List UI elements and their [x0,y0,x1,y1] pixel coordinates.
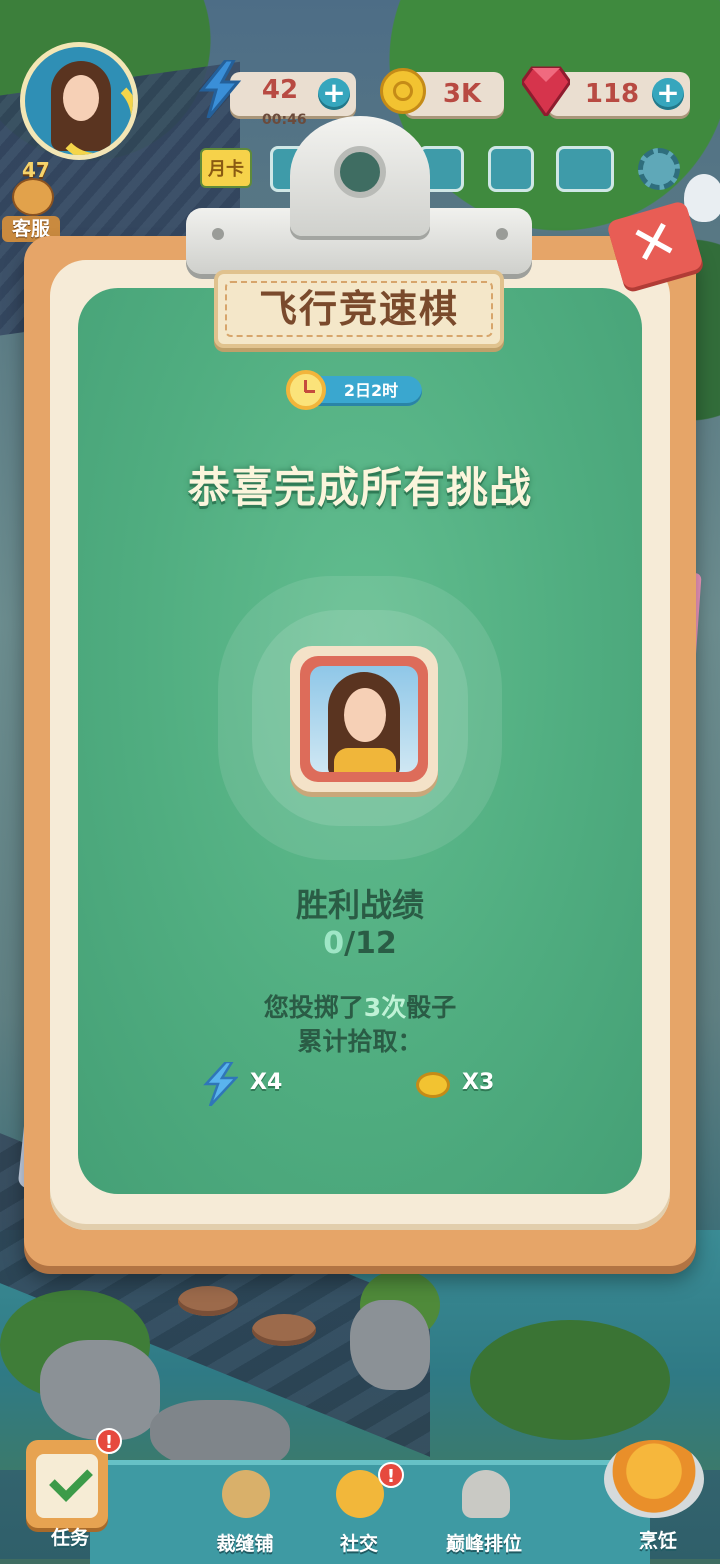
coin-value: 3K [442,79,482,109]
dice-count: 3次 [363,993,407,1022]
cooking-pot-icon [604,1440,704,1518]
victory-record-label: 胜利战绩 [295,886,424,924]
nav-item-social[interactable]: ! 社交 [304,1462,414,1558]
rock [350,1300,430,1390]
alert-badge: ! [96,1428,122,1454]
lightning-icon [198,60,242,118]
owl-mascot-icon [684,174,720,222]
journal-button[interactable] [488,146,534,192]
nav-item-tailor[interactable]: 裁缝铺 [190,1462,300,1558]
nav-label-tasks: 任务 [50,1527,89,1549]
countdown-text: 2日2时 [343,381,399,400]
reward-energy: X4 [202,1062,302,1106]
social-icon [336,1470,384,1518]
coin-icon [380,68,426,114]
nav-label-tailor: 裁缝铺 [216,1533,274,1555]
dice-prefix: 您投掷了 [263,993,364,1022]
sewing-icon [222,1470,270,1518]
add-energy-button[interactable]: + [318,78,350,110]
player-avatar[interactable] [20,42,138,160]
clip-hole [334,146,386,198]
modal-title-plate: 飞行竞速棋 [214,270,504,348]
modal-title: 飞行竞速棋 [258,287,459,331]
wins-total: /12 [344,926,397,961]
mail-button[interactable] [556,146,614,192]
alarm-clock-icon [286,370,326,410]
nav-item-cooking[interactable]: 烹饪 [596,1420,720,1559]
trophy-locked-icon [462,1470,510,1518]
nav-item-ranking[interactable]: 巅峰排位 [424,1462,544,1558]
gem-value: 118 [584,79,640,109]
lightning-icon [203,1062,238,1106]
dice-suffix: 骰子 [406,993,457,1022]
nav-item-tasks[interactable]: ! 任务 [18,1428,122,1556]
nav-label-cooking: 烹饪 [638,1530,677,1552]
completion-headline: 恭喜完成所有挑战 [187,463,532,512]
collected-label: 累计拾取： [297,1027,423,1056]
stepping-stone [178,1286,238,1316]
stepping-stone [252,1314,316,1346]
bear-icon [12,178,54,216]
alert-badge: ! [378,1462,404,1488]
player-portrait [300,656,428,782]
level-progress-ring [53,75,133,155]
energy-timer: 00:46 [262,112,307,128]
clip-rivet [496,228,508,240]
settings-gear-icon[interactable] [638,148,680,190]
wins-count: 0 [323,926,345,961]
ruby-gem-icon [522,66,570,116]
dice-summary: 您投掷了3次骰子 [78,988,642,1024]
reward-energy-amount: X4 [250,1070,283,1095]
rock [40,1340,160,1440]
reward-coin-amount: X3 [462,1070,495,1095]
energy-value: 42 [261,75,299,105]
clip-rivet [212,228,224,240]
reward-coin: X3 [416,1062,516,1106]
energy-counter: 42 + [230,72,356,116]
victory-record-value: 0/12 [78,926,642,961]
month-card-button[interactable]: 月卡 [200,148,252,188]
coin-icon [416,1072,450,1098]
nav-label-social: 社交 [339,1533,378,1555]
nav-label-ranking: 巅峰排位 [445,1533,522,1555]
add-gems-button[interactable]: + [652,78,684,110]
